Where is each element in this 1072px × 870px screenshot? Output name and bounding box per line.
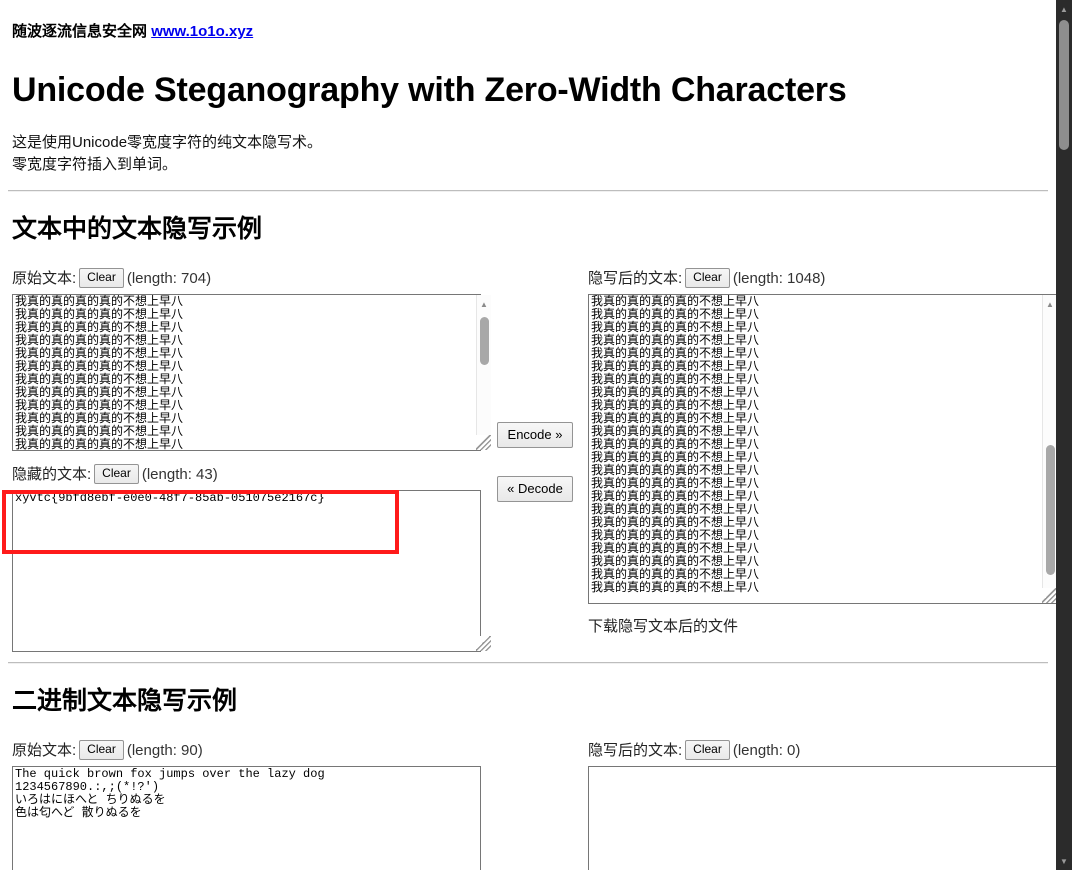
clear-original-button-1[interactable]: Clear	[79, 268, 124, 288]
original-length-1: (length: 704)	[126, 270, 212, 287]
page-content: 随波逐流信息安全网 www.1o1o.xyz Unicode Steganogr…	[0, 0, 1056, 870]
encoded-text-textarea-2[interactable]	[588, 766, 1056, 870]
textarea-resize-handle-icon[interactable]	[476, 636, 491, 651]
clear-hidden-button[interactable]: Clear	[94, 464, 139, 484]
hidden-text-textarea[interactable]	[12, 490, 481, 652]
hidden-text-label: 隐藏的文本: Clear (length: 43)	[12, 464, 492, 486]
section-2-right-column: 隐写后的文本: Clear (length: 0)	[588, 740, 1056, 870]
site-name: 随波逐流信息安全网	[12, 23, 148, 40]
original-text-textarea-1[interactable]	[12, 294, 481, 451]
encoded-text-label-text-2: 隐写后的文本:	[588, 742, 683, 759]
clear-original-button-2[interactable]: Clear	[79, 740, 124, 760]
scroll-up-arrow-icon[interactable]: ▲	[1043, 297, 1056, 311]
scroll-up-arrow-icon[interactable]: ▲	[477, 297, 491, 311]
encode-button[interactable]: Encode »	[497, 422, 573, 448]
scroll-thumb[interactable]	[1046, 445, 1055, 575]
browser-viewport: 随波逐流信息安全网 www.1o1o.xyz Unicode Steganogr…	[0, 0, 1056, 870]
section-1-heading: 文本中的文本隐写示例	[12, 215, 263, 243]
section-1-left-column: 原始文本:Clear(length: 704) ▲ ▼ 隐藏的文本:Clear(…	[12, 268, 492, 652]
site-url-link[interactable]: www.1o1o.xyz	[151, 23, 253, 40]
original-textarea-wrap-2	[12, 766, 492, 870]
decode-button[interactable]: « Decode	[497, 476, 573, 502]
scroll-thumb[interactable]	[480, 317, 489, 365]
intro-line-2: 零宽度字符插入到单词。	[12, 156, 178, 173]
hidden-length: (length: 43)	[141, 466, 218, 483]
section-2-left-column: 原始文本: Clear (length: 90)	[12, 740, 492, 870]
hidden-text-label-text: 隐藏的文本:	[12, 466, 92, 483]
site-header: 随波逐流信息安全网 www.1o1o.xyz	[12, 22, 1048, 42]
window-scroll-thumb[interactable]	[1059, 20, 1069, 150]
original-textarea-scrollbar-1[interactable]: ▲ ▼	[476, 295, 491, 450]
original-text-label-text-1: 原始文本:	[12, 270, 77, 287]
textarea-resize-handle-icon[interactable]	[1042, 588, 1056, 603]
intro-paragraph: 这是使用Unicode零宽度字符的纯文本隐写术。 零宽度字符插入到单词。	[12, 132, 1048, 176]
download-stego-file-link[interactable]: 下载隐写文本后的文件	[588, 616, 1056, 638]
window-scrollbar[interactable]: ▲ ▼	[1056, 0, 1072, 870]
intro-line-1: 这是使用Unicode零宽度字符的纯文本隐写术。	[12, 134, 323, 151]
original-length-2: (length: 90)	[126, 742, 203, 759]
original-text-label-text-2: 原始文本:	[12, 742, 77, 759]
original-text-label-1: 原始文本: Clear (length: 704)	[12, 268, 492, 290]
encoded-textarea-scrollbar-1[interactable]: ▲ ▼	[1042, 295, 1056, 603]
divider-top	[8, 190, 1048, 192]
encoded-textarea-wrap-1: ▲ ▼	[588, 294, 1056, 604]
divider-bottom	[8, 662, 1048, 664]
encoded-length-1: (length: 1048)	[732, 270, 826, 287]
encoded-text-textarea-1[interactable]	[588, 294, 1056, 604]
original-text-label-2: 原始文本: Clear (length: 90)	[12, 740, 492, 762]
clear-encoded-button-2[interactable]: Clear	[685, 740, 730, 760]
section-2-columns: 原始文本:Clear(length: 90) 隐写后的文本:Clear(leng…	[12, 740, 1056, 870]
clear-encoded-button-1[interactable]: Clear	[685, 268, 730, 288]
hidden-textarea-wrap	[12, 490, 492, 652]
textarea-resize-handle-icon[interactable]	[476, 435, 491, 450]
original-text-textarea-2[interactable]	[12, 766, 481, 870]
encoded-text-label-1: 隐写后的文本: Clear (length: 1048)	[588, 268, 1056, 290]
encoded-text-label-2: 隐写后的文本: Clear (length: 0)	[588, 740, 1056, 762]
encoded-text-label-text-1: 隐写后的文本:	[588, 270, 683, 287]
page-title: Unicode Steganography with Zero-Width Ch…	[12, 71, 847, 109]
encoded-length-2: (length: 0)	[732, 742, 801, 759]
window-scroll-down-arrow-icon[interactable]: ▼	[1056, 854, 1072, 868]
section-1-right-column: 隐写后的文本:Clear(length: 1048) ▲ ▼ 下载隐写文本后的文…	[588, 268, 1056, 638]
section-1-columns: 原始文本:Clear(length: 704) ▲ ▼ 隐藏的文本:Clear(…	[12, 268, 1056, 652]
encoded-textarea-wrap-2	[588, 766, 1056, 870]
original-textarea-wrap-1: ▲ ▼	[12, 294, 492, 451]
window-scroll-up-arrow-icon[interactable]: ▲	[1056, 2, 1072, 16]
section-2-heading: 二进制文本隐写示例	[12, 687, 238, 715]
